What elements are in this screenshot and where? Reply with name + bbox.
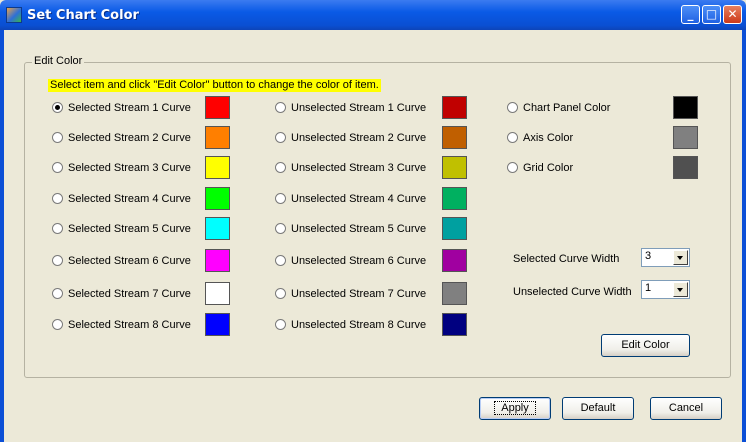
chevron-down-icon[interactable]	[673, 282, 688, 297]
unselected-curve-width-select[interactable]: 1	[641, 280, 690, 299]
unselected-curve-width-value: 1	[645, 282, 652, 294]
radio-circle-icon[interactable]	[507, 132, 518, 143]
window-title: Set Chart Color	[27, 8, 139, 23]
chart-item-color-swatch-3[interactable]	[673, 156, 698, 179]
window-frame-right	[742, 30, 746, 442]
selected-stream-color-swatch-1[interactable]	[205, 96, 230, 119]
unselected-stream-color-swatch-7[interactable]	[442, 282, 467, 305]
chart-item-label-2: Axis Color	[523, 132, 574, 144]
selected-stream-label-6: Selected Stream 6 Curve	[68, 255, 191, 267]
cancel-button[interactable]: Cancel	[650, 397, 722, 420]
unselected-stream-label-1: Unselected Stream 1 Curve	[291, 102, 427, 114]
selected-stream-label-5: Selected Stream 5 Curve	[68, 223, 191, 235]
unselected-stream-label-4: Unselected Stream 4 Curve	[291, 193, 427, 205]
selected-curve-width-select[interactable]: 3	[641, 248, 690, 267]
unselected-stream-color-swatch-3[interactable]	[442, 156, 467, 179]
default-button[interactable]: Default	[562, 397, 634, 420]
radio-circle-icon[interactable]	[275, 288, 286, 299]
unselected-stream-color-swatch-2[interactable]	[442, 126, 467, 149]
maximize-icon[interactable]: □	[702, 5, 721, 24]
unselected-stream-label-7: Unselected Stream 7 Curve	[291, 288, 427, 300]
chart-item-color-swatch-2[interactable]	[673, 126, 698, 149]
selected-stream-label-2: Selected Stream 2 Curve	[68, 132, 191, 144]
unselected-stream-label-2: Unselected Stream 2 Curve	[291, 132, 427, 144]
unselected-stream-color-swatch-8[interactable]	[442, 313, 467, 336]
radio-circle-icon[interactable]	[507, 102, 518, 113]
radio-circle-icon[interactable]	[275, 132, 286, 143]
edit-color-group-label: Edit Color	[32, 55, 85, 67]
unselected-curve-width-label: Unselected Curve Width	[513, 286, 632, 298]
selected-curve-width-value: 3	[645, 250, 652, 262]
selected-stream-label-7: Selected Stream 7 Curve	[68, 288, 191, 300]
minimize-icon[interactable]: _	[681, 5, 700, 24]
app-icon	[6, 7, 22, 23]
unselected-stream-color-swatch-5[interactable]	[442, 217, 467, 240]
chart-item-label-3: Grid Color	[523, 162, 574, 174]
unselected-stream-color-swatch-1[interactable]	[442, 96, 467, 119]
radio-circle-icon[interactable]	[52, 162, 63, 173]
unselected-stream-label-6: Unselected Stream 6 Curve	[291, 255, 427, 267]
instruction-hint: Select item and click "Edit Color" butto…	[48, 79, 381, 92]
selected-stream-color-swatch-2[interactable]	[205, 126, 230, 149]
close-icon[interactable]: ✕	[723, 5, 742, 24]
selected-stream-color-swatch-5[interactable]	[205, 217, 230, 240]
selected-stream-color-swatch-3[interactable]	[205, 156, 230, 179]
selected-stream-color-swatch-7[interactable]	[205, 282, 230, 305]
dialog-window: Set Chart Color _ □ ✕ Edit Color Select …	[0, 0, 746, 442]
selected-stream-label-3: Selected Stream 3 Curve	[68, 162, 191, 174]
unselected-stream-label-8: Unselected Stream 8 Curve	[291, 319, 427, 331]
selected-stream-color-swatch-4[interactable]	[205, 187, 230, 210]
radio-circle-icon[interactable]	[507, 162, 518, 173]
unselected-stream-color-swatch-4[interactable]	[442, 187, 467, 210]
chevron-down-icon[interactable]	[673, 250, 688, 265]
selected-curve-width-label: Selected Curve Width	[513, 253, 620, 265]
radio-circle-icon[interactable]	[275, 255, 286, 266]
radio-circle-icon[interactable]	[52, 319, 63, 330]
radio-circle-icon[interactable]	[275, 102, 286, 113]
radio-circle-icon[interactable]	[52, 288, 63, 299]
apply-button[interactable]: Apply	[479, 397, 551, 420]
radio-circle-icon[interactable]	[52, 102, 63, 113]
unselected-stream-color-swatch-6[interactable]	[442, 249, 467, 272]
radio-circle-icon[interactable]	[275, 223, 286, 234]
radio-circle-icon[interactable]	[52, 193, 63, 204]
selected-stream-color-swatch-6[interactable]	[205, 249, 230, 272]
radio-circle-icon[interactable]	[52, 132, 63, 143]
radio-circle-icon[interactable]	[52, 223, 63, 234]
unselected-stream-label-3: Unselected Stream 3 Curve	[291, 162, 427, 174]
title-bar[interactable]: Set Chart Color _ □ ✕	[0, 0, 746, 30]
selected-stream-label-1: Selected Stream 1 Curve	[68, 102, 191, 114]
window-frame-left	[0, 30, 4, 442]
selected-stream-label-4: Selected Stream 4 Curve	[68, 193, 191, 205]
selected-stream-color-swatch-8[interactable]	[205, 313, 230, 336]
radio-circle-icon[interactable]	[275, 193, 286, 204]
radio-circle-icon[interactable]	[52, 255, 63, 266]
radio-circle-icon[interactable]	[275, 319, 286, 330]
chart-item-color-swatch-1[interactable]	[673, 96, 698, 119]
radio-circle-icon[interactable]	[275, 162, 286, 173]
chart-item-label-1: Chart Panel Color	[523, 102, 611, 114]
apply-button-label: Apply	[494, 401, 536, 415]
edit-color-button[interactable]: Edit Color	[601, 334, 690, 357]
unselected-stream-label-5: Unselected Stream 5 Curve	[291, 223, 427, 235]
selected-stream-label-8: Selected Stream 8 Curve	[68, 319, 191, 331]
